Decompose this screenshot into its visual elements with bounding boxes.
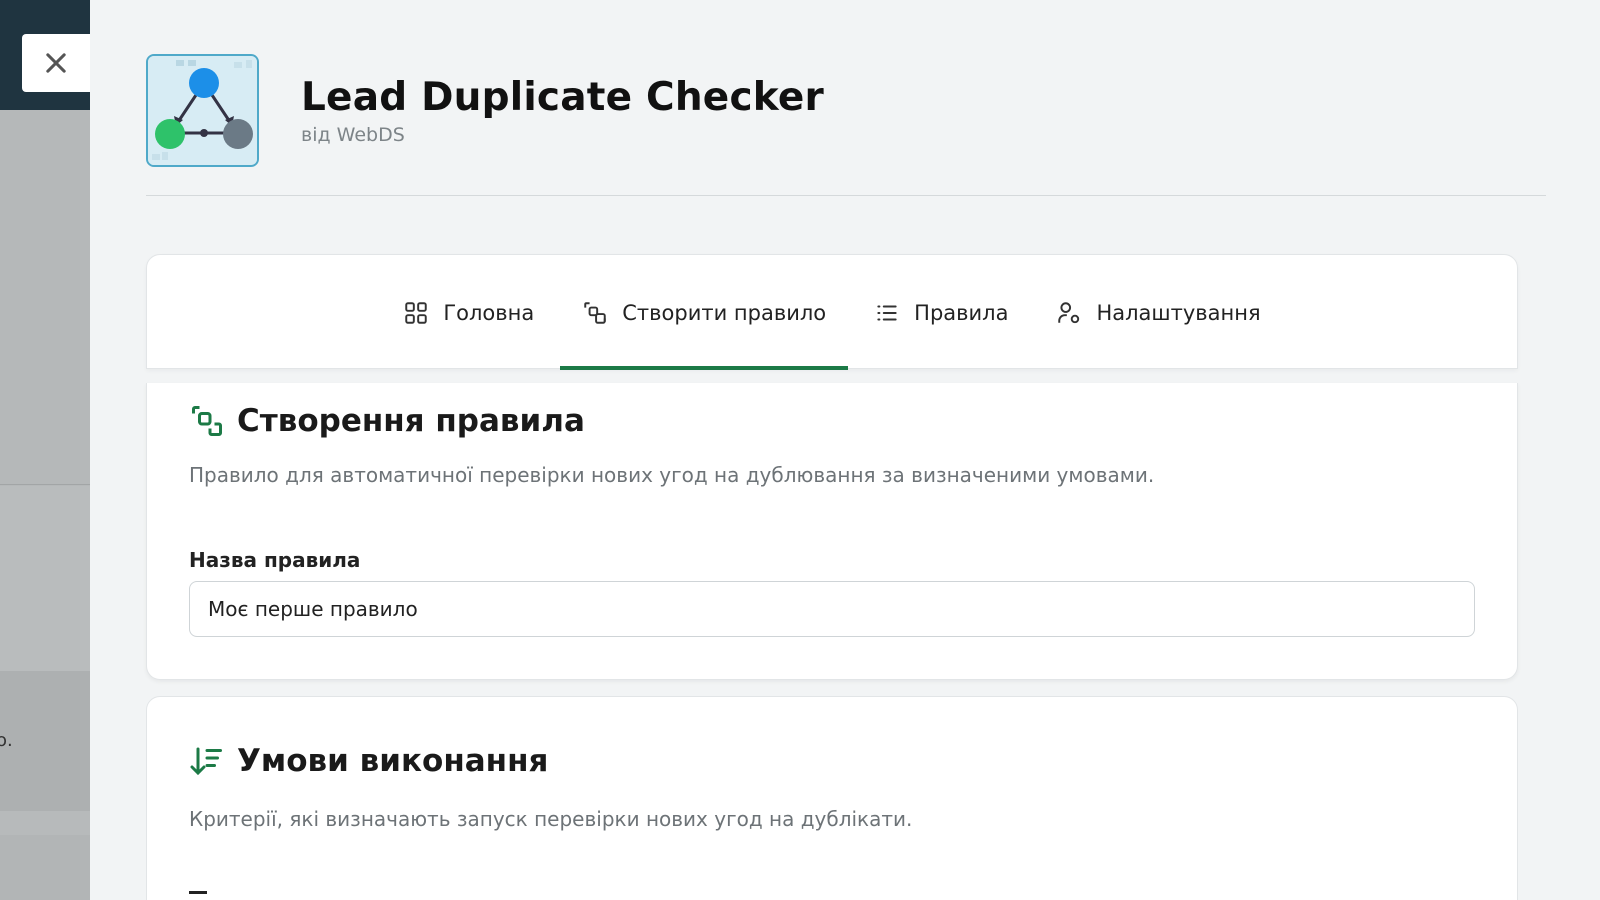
app-publisher: від WebDS [301,124,405,146]
app-title: Lead Duplicate Checker [301,75,824,120]
background-block [0,811,90,835]
tab-label: Створити правило [622,300,827,325]
tab-bar: Головна Створити правило Правила Налашту… [147,255,1517,370]
conditions-header: Умови виконання [189,743,548,779]
header-divider [146,195,1546,196]
section-title: Створення правила [237,403,585,439]
grid-icon [405,301,428,324]
tab-home[interactable]: Головна [381,255,556,370]
background-block [0,835,90,900]
app-panel: Lead Duplicate Checker від WebDS Головна… [90,0,1600,900]
section-description: Правило для автоматичної перевірки нових… [189,463,1155,487]
background-block [0,671,90,811]
tab-settings[interactable]: Налаштування [1034,255,1282,370]
tab-label: Правила [914,300,1009,325]
tab-create-rule[interactable]: Створити правило [560,255,849,370]
section-description: Критерії, які визначають запуск перевірк… [189,807,913,831]
network-graph-logo [146,54,259,167]
rule-creation-card: Створення правила Правило для автоматичн… [146,383,1518,680]
tabs-card: Головна Створити правило Правила Налашту… [146,254,1518,370]
background-page: о. [0,0,90,900]
rule-name-label: Назва правила [189,548,361,572]
rule-name-input[interactable] [189,581,1475,637]
close-button[interactable] [22,34,90,92]
background-block [0,110,90,485]
section-title: Умови виконання [237,743,549,779]
sort-filter-icon [190,747,222,776]
rule-creation-header: Створення правила [189,403,585,439]
tab-label: Головна [443,300,535,325]
app-header: Lead Duplicate Checker від WebDS [146,54,824,167]
field-label-partial [189,891,207,897]
user-gear-icon [1058,301,1080,323]
list-icon [877,305,897,320]
title-group: Lead Duplicate Checker від WebDS [301,75,824,146]
conditions-card: Умови виконання Критерії, які визначають… [146,696,1518,900]
tab-rules[interactable]: Правила [852,255,1030,370]
shapes-link-icon [584,301,606,324]
shapes-link-icon [192,406,222,436]
close-icon [46,53,66,73]
tab-label: Налаштування [1096,300,1261,325]
background-text-fragment: о. [0,730,13,751]
background-block [0,486,90,671]
